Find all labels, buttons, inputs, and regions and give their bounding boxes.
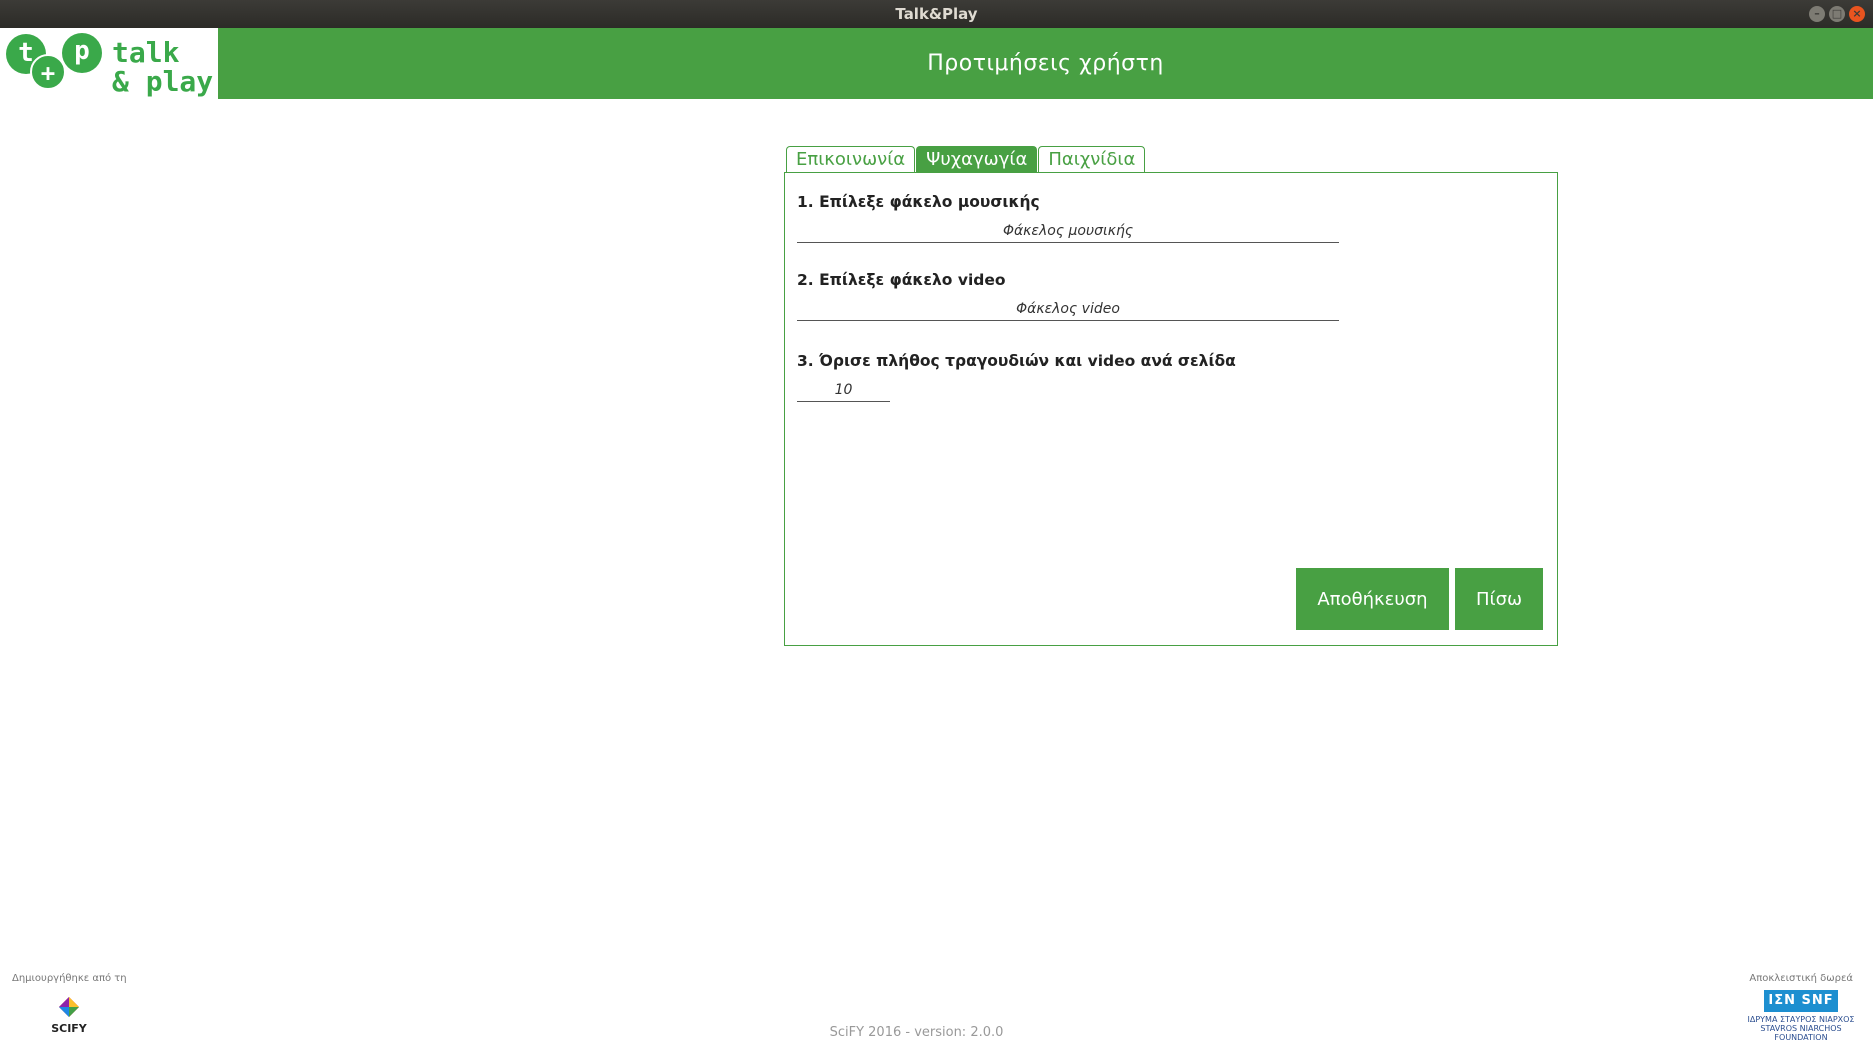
save-button[interactable]: Αποθήκευση [1296, 568, 1449, 630]
donation-label: Αποκλειστική δωρεά [1749, 973, 1853, 984]
window-controls: – □ × [1809, 6, 1865, 22]
logo-circle-p: p [62, 33, 102, 73]
logo-text-line1: talk [112, 36, 180, 69]
tab-games[interactable]: Παιχνίδια [1038, 146, 1146, 173]
video-folder-input[interactable] [797, 297, 1339, 321]
maximize-icon[interactable]: □ [1829, 6, 1845, 22]
page-title: Προτιμήσεις χρήστη [927, 51, 1164, 76]
window-title: Talk&Play [895, 5, 978, 23]
snf-logo: ΙΣΝ SNF ΙΔΡΥΜΑ ΣΤΑΥΡΟΣ ΝΙΑΡΧΟΣ STAVROS N… [1741, 990, 1861, 1044]
entertainment-settings-panel: 1. Επίλεξε φάκελο μουσικής 2. Επίλεξε φά… [784, 172, 1558, 646]
minimize-icon[interactable]: – [1809, 6, 1825, 22]
window-titlebar: Talk&Play – □ × [0, 0, 1873, 28]
logo-circle-plus: + [30, 54, 66, 90]
items-per-page-label: 3. Όρισε πλήθος τραγουδιών και video ανά… [797, 352, 1236, 370]
items-per-page-input[interactable] [797, 378, 890, 402]
back-button[interactable]: Πίσω [1455, 568, 1543, 630]
preferences-tabs: Επικοινωνία Ψυχαγωγία Παιχνίδια [786, 146, 1146, 173]
app-header: t + p talk & play Προτιμήσεις χρήστη [0, 28, 1873, 99]
tab-communication[interactable]: Επικοινωνία [786, 146, 916, 173]
snf-mark: ΙΣΝ SNF [1764, 990, 1838, 1012]
close-icon[interactable]: × [1849, 6, 1865, 22]
logo-text: talk & play [112, 38, 213, 96]
video-folder-label: 2. Επίλεξε φάκελο video [797, 271, 1006, 289]
footer-version: SciFY 2016 - version: 2.0.0 [829, 1025, 1004, 1040]
music-folder-input[interactable] [797, 219, 1339, 243]
snf-line3: FOUNDATION [1774, 1033, 1828, 1042]
music-folder-label: 1. Επίλεξε φάκελο μουσικής [797, 193, 1040, 211]
snf-text: ΙΔΡΥΜΑ ΣΤΑΥΡΟΣ ΝΙΑΡΧΟΣ STAVROS NIARCHOS … [1741, 1015, 1861, 1042]
talk-and-play-logo: t + p talk & play [0, 28, 218, 99]
created-by-label: Δημιουργήθηκε από τη [12, 973, 127, 984]
snf-line1: ΙΔΡΥΜΑ ΣΤΑΥΡΟΣ ΝΙΑΡΧΟΣ [1747, 1015, 1855, 1024]
snf-line2: STAVROS NIARCHOS [1760, 1024, 1842, 1033]
tab-entertainment[interactable]: Ψυχαγωγία [916, 146, 1038, 173]
logo-text-line2: & play [112, 65, 214, 98]
